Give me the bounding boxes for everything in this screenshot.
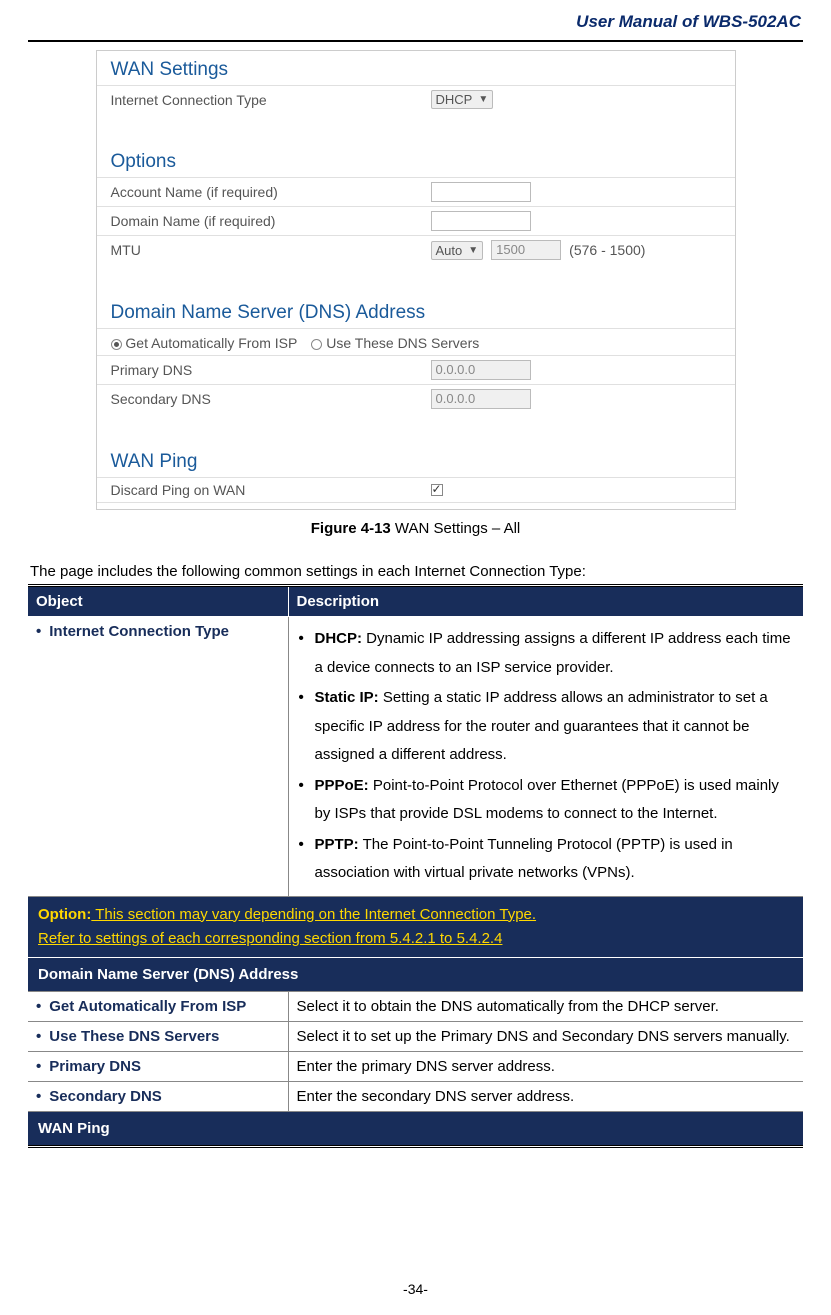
- primary-dns-label: Primary DNS: [111, 362, 431, 378]
- table-row: Secondary DNS: [28, 1081, 288, 1111]
- discard-ping-label: Discard Ping on WAN: [111, 482, 431, 498]
- table-cell-description: DHCP: Dynamic IP addressing assigns a di…: [288, 617, 803, 897]
- table-cell-description: Enter the secondary DNS server address.: [288, 1081, 803, 1111]
- dns-subheader: Domain Name Server (DNS) Address: [28, 957, 803, 991]
- chevron-down-icon: ▼: [478, 94, 488, 105]
- table-row: Get Automatically From ISP: [28, 991, 288, 1021]
- table-cell-description: Select it to obtain the DNS automaticall…: [288, 991, 803, 1021]
- secondary-dns-input[interactable]: 0.0.0.0: [431, 389, 531, 409]
- account-name-label: Account Name (if required): [111, 184, 431, 200]
- dns-section-heading: Domain Name Server (DNS) Address: [97, 294, 735, 328]
- header-rule: [28, 40, 803, 42]
- dns-auto-label: Get Automatically From ISP: [125, 335, 297, 351]
- account-name-input[interactable]: [431, 182, 531, 202]
- primary-dns-input[interactable]: 0.0.0.0: [431, 360, 531, 380]
- mtu-value-input[interactable]: 1500: [491, 240, 561, 260]
- table-row: Internet Connection Type: [28, 617, 288, 897]
- mtu-label: MTU: [111, 242, 431, 258]
- page-number: -34-: [0, 1281, 831, 1297]
- table-header-object: Object: [28, 586, 288, 617]
- options-heading: Options: [97, 143, 735, 177]
- wan-ping-heading: WAN Ping: [97, 443, 735, 477]
- table-row: Use These DNS Servers: [28, 1021, 288, 1051]
- dns-auto-radio[interactable]: [111, 339, 122, 350]
- domain-name-label: Domain Name (if required): [111, 213, 431, 229]
- wan-settings-heading: WAN Settings: [97, 51, 735, 85]
- secondary-dns-label: Secondary DNS: [111, 391, 431, 407]
- table-header-description: Description: [288, 586, 803, 617]
- mtu-range-text: (576 - 1500): [569, 242, 645, 258]
- wan-settings-screenshot: WAN Settings Internet Connection Type DH…: [96, 50, 736, 510]
- table-cell-description: Enter the primary DNS server address.: [288, 1051, 803, 1081]
- wan-ping-subheader: WAN Ping: [28, 1111, 803, 1146]
- internet-connection-type-select[interactable]: DHCP▼: [431, 90, 494, 109]
- intro-text: The page includes the following common s…: [28, 563, 803, 580]
- dns-manual-radio[interactable]: [311, 339, 322, 350]
- figure-caption: Figure 4-13 WAN Settings – All: [28, 520, 803, 537]
- table-row: Primary DNS: [28, 1051, 288, 1081]
- discard-ping-checkbox[interactable]: [431, 484, 443, 496]
- settings-table: Object Description Internet Connection T…: [28, 584, 803, 1148]
- table-cell-description: Select it to set up the Primary DNS and …: [288, 1021, 803, 1051]
- option-note-row: Option: This section may vary depending …: [28, 896, 803, 957]
- doc-header-title: User Manual of WBS-502AC: [576, 12, 801, 32]
- internet-connection-type-label: Internet Connection Type: [111, 92, 431, 108]
- mtu-mode-select[interactable]: Auto▼: [431, 241, 484, 260]
- dns-manual-label: Use These DNS Servers: [326, 335, 479, 351]
- domain-name-input[interactable]: [431, 211, 531, 231]
- chevron-down-icon: ▼: [468, 245, 478, 256]
